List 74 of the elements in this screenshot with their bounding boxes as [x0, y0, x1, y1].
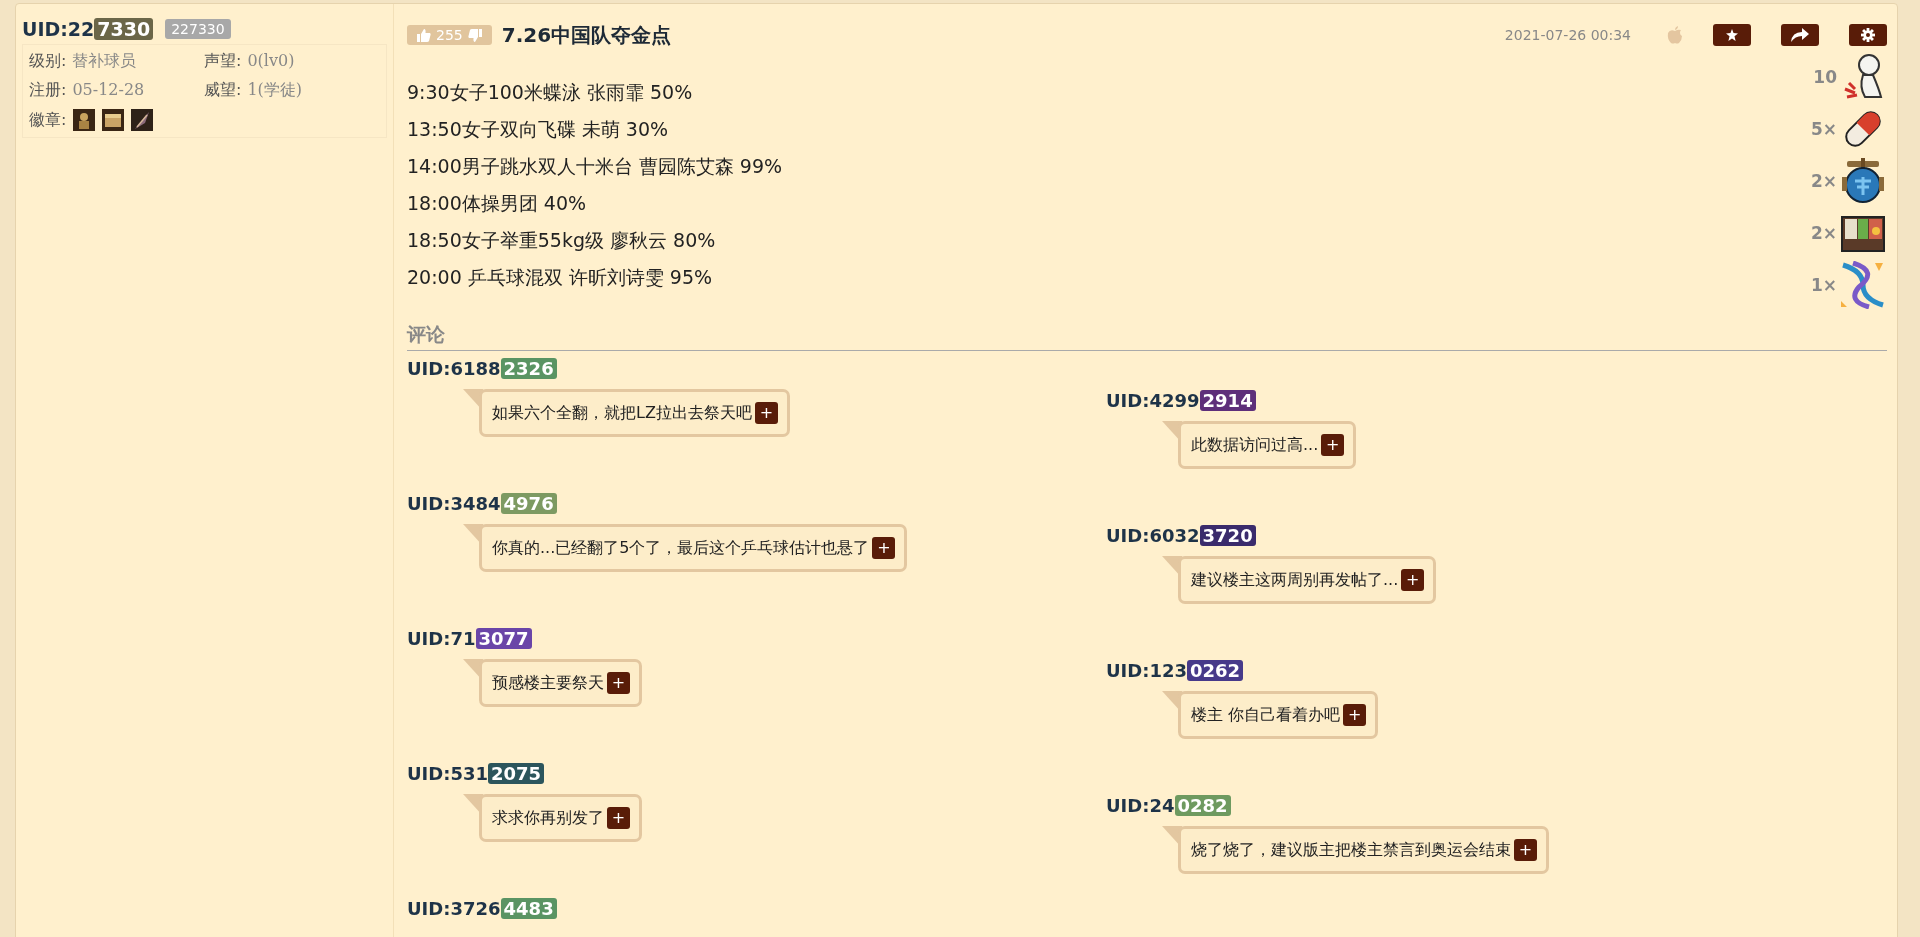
comment-text: 预感楼主要祭天: [492, 672, 604, 694]
user-id-tag: 7330: [94, 18, 154, 40]
statue-medal-icon: [73, 109, 96, 131]
comment-text: 你真的...已经翻了5个了，最后这个乒乓球估计也悬了: [492, 537, 870, 559]
reward-count: 2×: [1810, 223, 1837, 243]
comment-text: 如果六个全翻，就把LZ拉出去祭天吧: [492, 402, 752, 424]
user-number-tag: 227330: [165, 19, 231, 39]
post-text-line: 20:00 乒乓球混双 许昕刘诗雯 95%: [407, 266, 713, 288]
comment-text: 求求你再别发了: [492, 807, 604, 829]
expand-button[interactable]: +: [872, 537, 896, 559]
field-label: 注册:: [29, 80, 67, 101]
expand-button[interactable]: +: [607, 672, 630, 694]
chest-medal-icon: [102, 109, 125, 131]
reward-count: 1×: [1810, 275, 1837, 295]
field-value: 替补球员: [72, 51, 137, 72]
user-id-tag: 0282: [1174, 794, 1231, 816]
reward-count: 10: [1813, 67, 1837, 87]
jar-icon: [1839, 157, 1887, 205]
user-id[interactable]: UID:123: [1106, 659, 1188, 681]
post-text-line: 14:00男子跳水双人十米台 曹园陈艾森 99%: [407, 155, 783, 177]
field-value: 0(lv0): [247, 51, 295, 70]
post-text-line: 18:00体操男团 40%: [407, 192, 587, 214]
field-value: 1(学徒): [247, 80, 303, 101]
vote-count: 255: [436, 27, 463, 43]
user-id-tag: 2075: [488, 762, 545, 784]
field-label: 威望:: [204, 80, 242, 101]
user-id-tag: 2914: [1199, 389, 1256, 411]
user-id[interactable]: UID:6032: [1106, 524, 1200, 546]
expand-button[interactable]: +: [1321, 434, 1345, 456]
user-id-tag: 3077: [475, 627, 532, 649]
user-id[interactable]: UID:3726: [407, 897, 501, 919]
thumbs-up-icon[interactable]: [417, 28, 431, 42]
star-icon: [1726, 29, 1738, 41]
reward-count: 2×: [1810, 171, 1837, 191]
user-id[interactable]: UID:6188: [407, 357, 501, 379]
expand-button[interactable]: +: [1514, 839, 1537, 861]
field-label: 声望:: [204, 51, 242, 72]
share-arrow-icon: [1791, 28, 1809, 42]
user-id[interactable]: UID:71: [407, 627, 476, 649]
apple-icon: [1667, 26, 1683, 44]
post-text-line: 9:30女子100米蝶泳 张雨霏 50%: [407, 81, 693, 103]
field-label: 级别:: [29, 51, 67, 72]
feather-medal-icon: [131, 109, 154, 131]
user-id[interactable]: UID:22: [22, 18, 95, 40]
user-id-tag: 4976: [500, 492, 557, 514]
expand-button[interactable]: +: [754, 402, 778, 424]
comments-heading: 评论: [407, 323, 445, 345]
comment-text: 此数据访问过高...: [1191, 434, 1319, 456]
field-value: 05-12-28: [72, 80, 145, 99]
thumbs-down-icon[interactable]: [467, 28, 482, 42]
expand-button[interactable]: +: [607, 807, 630, 829]
comment-text: 建议楼主这两周别再发帖了...: [1191, 569, 1399, 591]
settings-button[interactable]: [1849, 24, 1887, 46]
comment-text: 楼主 你自己看着办吧: [1191, 704, 1341, 726]
user-id-tag: 3720: [1199, 524, 1256, 546]
share-button[interactable]: [1781, 24, 1819, 46]
user-id-tag: 0262: [1187, 659, 1244, 681]
user-id[interactable]: UID:3484: [407, 492, 501, 514]
settings-icon: [1861, 28, 1875, 42]
user-id-tag: 4483: [500, 897, 557, 919]
favorite-button[interactable]: [1713, 24, 1751, 46]
field-label: 徽章:: [29, 109, 67, 131]
user-id[interactable]: UID:24: [1106, 794, 1175, 816]
post-title: 7.26中国队夺金点: [501, 21, 673, 49]
user-id[interactable]: UID:531: [407, 762, 489, 784]
comment-text: 烧了烧了，建议版主把楼主禁言到奥运会结束: [1191, 839, 1511, 861]
post-text-line: 18:50女子举重55kg级 廖秋云 80%: [407, 229, 716, 251]
reward-count: 5×: [1810, 119, 1837, 139]
user-id-tag: 2326: [500, 357, 557, 379]
expand-button[interactable]: +: [1401, 569, 1425, 591]
post-date: 2021-07-26 00:34: [1504, 27, 1631, 43]
expand-button[interactable]: +: [1343, 704, 1367, 726]
post-text-line: 13:50女子双向飞碟 未萌 30%: [407, 118, 669, 140]
user-id[interactable]: UID:4299: [1106, 389, 1200, 411]
